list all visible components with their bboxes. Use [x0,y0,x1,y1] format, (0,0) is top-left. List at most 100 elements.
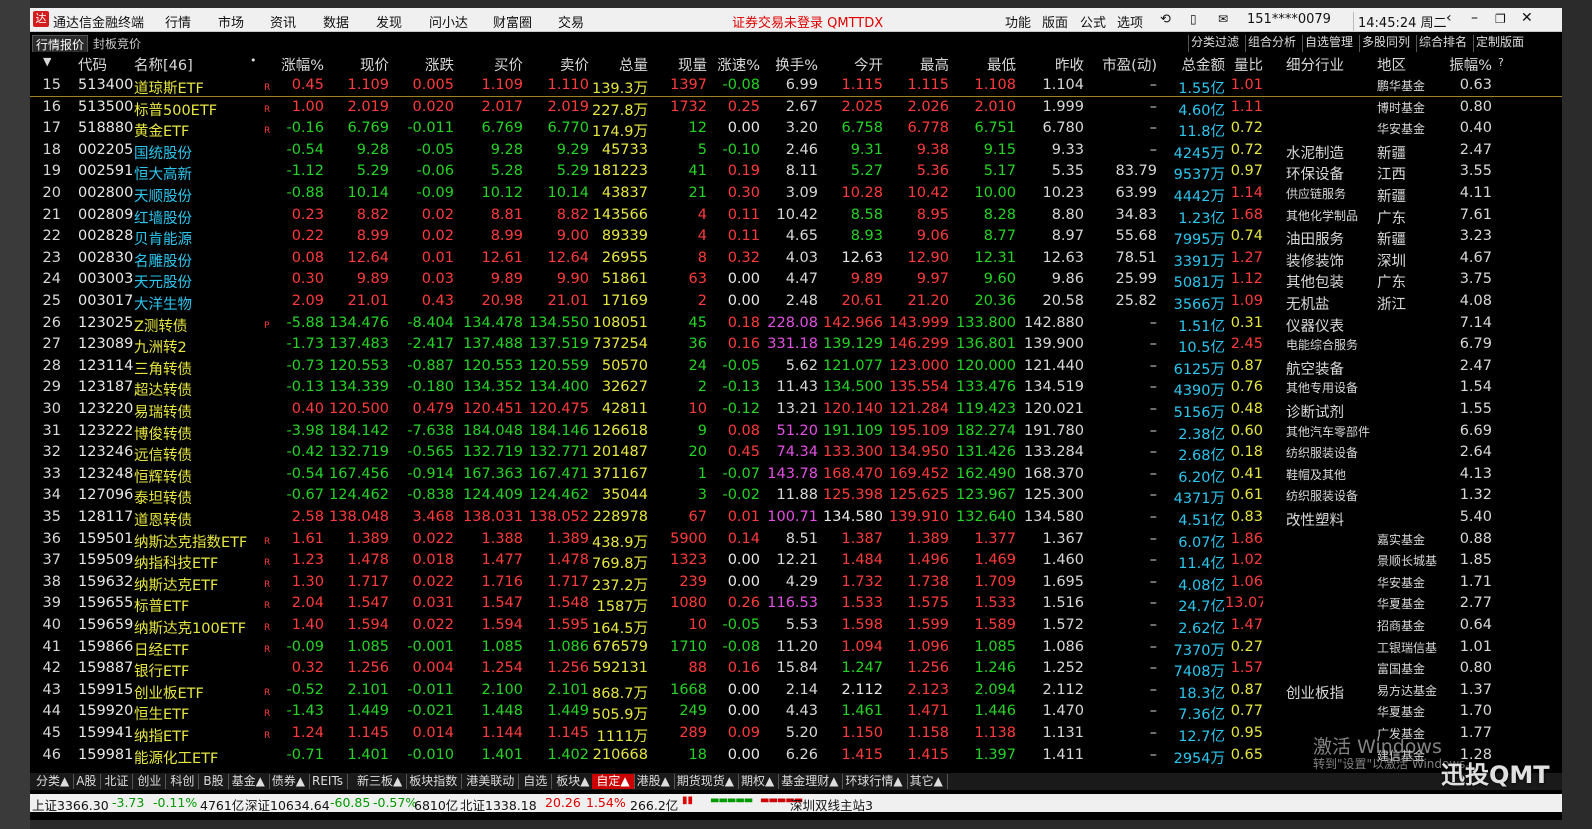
table-row[interactable]: 39 159655 标普ETF R 2.04 1.547 0.031 1.547 1.548 15… [30,593,1562,615]
table-row[interactable]: 38 159632 纳斯达克ETF R 1.30 1.717 0.022 1.716 1.717… [30,572,1562,594]
table-row[interactable]: 21 002809 红墙股份 0.23 8.82 0.02 8.81 8.82 143566 4 0… [30,205,1562,227]
table-row[interactable]: 36 159501 纳斯达克指数ETF R 1.61 1.389 0.022 1.388 1.3… [30,529,1562,551]
menu-faxian[interactable]: 发现 [376,12,402,31]
table-row[interactable]: 41 159866 日经ETF R -0.09 1.085 -0.001 1.085 1.086… [30,637,1562,659]
menu-shuju[interactable]: 数据 [323,12,349,31]
table-row[interactable]: 18 002205 国统股份 -0.54 9.28 -0.05 9.28 9.29 45733 5… [30,140,1562,162]
table-row[interactable]: 44 159920 恒生ETF R -1.43 1.449 -0.021 1.448 1.449… [30,701,1562,723]
table-row[interactable]: 19 002591 恒大高新 -1.12 5.29 -0.06 5.28 5.29 181223… [30,161,1562,183]
market-tab[interactable]: 科创 [166,774,200,789]
sort-toggle-icon[interactable]: ▼ [43,55,51,68]
table-row[interactable]: 28 123114 三角转债 -0.73 120.553 -0.887 120.553 120… [30,356,1562,378]
table-row[interactable]: 31 123222 博俊转债 -3.98 184.142 -7.638 184.048 184… [30,421,1562,443]
table-row[interactable]: 35 128117 道恩转债 2.58 138.048 3.468 138.031 138.0… [30,507,1562,529]
table-row[interactable]: 32 123246 远信转债 -0.42 132.719 -0.565 132.719 132… [30,442,1562,464]
market-tab[interactable]: 新三板▲ [353,774,408,789]
menu-gongneng[interactable]: 功能 [1005,12,1031,31]
table-row[interactable]: 37 159509 纳指科技ETF R 1.23 1.478 0.018 1.477 1.478… [30,550,1562,572]
btn-fenlei-guolv[interactable]: 分类过滤 [1188,35,1241,52]
col-area[interactable]: 地区 [1377,54,1406,75]
restore-icon[interactable]: ❐ [1495,12,1506,26]
table-row[interactable]: 43 159915 创业板ETF R -0.52 2.101 -0.011 2.100 2.10… [30,680,1562,702]
help-icon[interactable]: ? [1498,56,1504,69]
col-amp[interactable]: 振幅% [1440,54,1492,75]
back-icon[interactable]: ‹ [1446,10,1452,26]
btn-dingzhi-banmian[interactable]: 定制版面 [1473,35,1526,52]
market-tab[interactable]: 期权▲ [737,774,780,789]
market-tab[interactable]: A股 [72,774,102,789]
market-tab[interactable]: 北证 [100,774,134,789]
market-tab[interactable]: 板块指数 [405,774,463,789]
market-tab[interactable]: 自选 [519,774,553,789]
mail-icon[interactable]: ✉ [1218,12,1228,26]
table-row[interactable]: 34 127096 泰坦转债 -0.67 124.462 -0.838 124.409 124… [30,485,1562,507]
status-sh-index[interactable]: 上证3366.30 [32,795,109,814]
col-amt[interactable]: 总金额 [1157,54,1226,75]
market-tab[interactable]: REITs [308,774,349,789]
market-tab[interactable]: 环球行情▲ [841,774,908,789]
menu-zixun[interactable]: 资讯 [270,12,296,31]
menu-caifuquan[interactable]: 财富圈 [493,12,532,31]
market-tab[interactable]: 自定▲ [592,774,635,789]
btn-zonghe-paiming[interactable]: 综合排名 [1416,35,1469,52]
minimize-icon[interactable]: – [1471,10,1478,26]
trade-login-alert[interactable]: 证券交易未登录 QMTTDX [732,12,883,31]
device-icon[interactable]: ▯ [1190,12,1197,26]
market-tab[interactable]: B股 [199,774,229,789]
col-speed[interactable]: 涨速% [707,54,760,75]
col-pct[interactable]: 涨幅% [274,54,324,75]
status-bz-index[interactable]: 北证1338.18 [460,795,537,814]
status-sz-index[interactable]: 深证10634.64 [245,795,330,814]
table-row[interactable]: 15 513400 道琼斯ETF R 0.45 1.109 0.005 1.109 1.110 1… [30,75,1562,97]
col-cur[interactable]: 现量 [648,54,707,75]
table-row[interactable]: 30 123220 易瑞转债 0.40 120.500 0.479 120.451 120.4… [30,399,1562,421]
col-industry[interactable]: 细分行业 [1286,54,1344,75]
close-icon[interactable]: ✕ [1521,10,1533,26]
menu-shichang[interactable]: 市场 [218,12,244,31]
refresh-icon[interactable]: ⟲ [1160,12,1171,27]
table-row[interactable]: 25 003017 大洋生物 2.09 21.01 0.43 20.98 21.01 17169… [30,291,1562,313]
col-chg[interactable]: 涨跌 [389,54,454,75]
menu-hangqing[interactable]: 行情 [165,12,191,31]
btn-zixuan-guanli[interactable]: 自选管理 [1302,35,1355,52]
market-tab[interactable]: 债券▲ [268,774,311,789]
menu-wenxiaoda[interactable]: 问小达 [429,12,468,31]
market-tab[interactable]: 板块▲ [552,774,595,789]
market-tab[interactable]: 港美联动 [462,774,520,789]
col-high[interactable]: 最高 [883,54,949,75]
market-tab[interactable]: 港股▲ [633,774,675,789]
table-row[interactable]: 42 159887 银行ETF 0.32 1.256 0.004 1.254 1.256 592… [30,658,1562,680]
table-row[interactable]: 29 123187 超达转债 -0.13 134.339 -0.180 134.352 134… [30,377,1562,399]
tab-hangqing-baojia[interactable]: 行情报价 [32,35,89,52]
col-vol[interactable]: 总量 [589,54,648,75]
col-low[interactable]: 最低 [949,54,1016,75]
market-tab[interactable]: 基金理财▲ [777,774,844,789]
server-label[interactable]: 深圳双线主站3 [790,795,873,814]
table-row[interactable]: 23 002830 名雕股份 0.08 12.64 0.01 12.61 12.64 26955… [30,248,1562,270]
col-pe[interactable]: 市盈(动) [1084,54,1157,75]
table-row[interactable]: 26 123025 Z测转债 P -5.88 134.476 -8.404 134.478 13… [30,313,1562,335]
table-row[interactable]: 27 123089 九洲转2 -1.73 137.483 -2.417 137.488 137… [30,334,1562,356]
market-tab[interactable]: 分类▲ [32,774,75,789]
table-row[interactable]: 20 002800 天顺股份 -0.88 10.14 -0.09 10.12 10.14 438… [30,183,1562,205]
col-bid[interactable]: 买价 [454,54,523,75]
market-tab[interactable]: 期货现货▲ [673,774,740,789]
col-ask[interactable]: 卖价 [523,54,589,75]
col-turn[interactable]: 换手% [760,54,818,75]
table-row[interactable]: 33 123248 恒辉转债 -0.54 167.456 -0.914 167.363 167… [30,464,1562,486]
col-name[interactable]: 名称[46] [134,54,193,75]
market-tab[interactable]: 基金▲ [228,774,270,789]
col-open[interactable]: 今开 [818,54,883,75]
col-code[interactable]: 代码 [78,54,107,75]
table-row[interactable]: 40 159659 纳斯达克100ETF R 1.40 1.594 0.022 1.594 1.… [30,615,1562,637]
table-row[interactable]: 24 003003 天元股份 0.30 9.89 0.03 9.89 9.90 51861 63 0… [30,269,1562,291]
menu-jiaoyi[interactable]: 交易 [558,12,584,31]
table-row[interactable]: 17 518880 黄金ETF R -0.16 6.769 -0.011 6.769 6.770… [30,118,1562,140]
btn-zuhe-fenxi[interactable]: 组合分析 [1245,35,1298,52]
market-tab[interactable]: 创业 [133,774,167,789]
table-row[interactable]: 22 002828 贝肯能源 0.22 8.99 0.02 8.99 9.00 89339 4 0.… [30,226,1562,248]
col-vr[interactable]: 量比 [1225,54,1263,75]
btn-duogu-tonglie[interactable]: 多股同列 [1359,35,1412,52]
market-tab[interactable]: 其它▲ [906,774,948,789]
table-row[interactable]: 16 513500 标普500ETF R 1.00 2.019 0.020 2.017 2.01… [30,97,1562,119]
